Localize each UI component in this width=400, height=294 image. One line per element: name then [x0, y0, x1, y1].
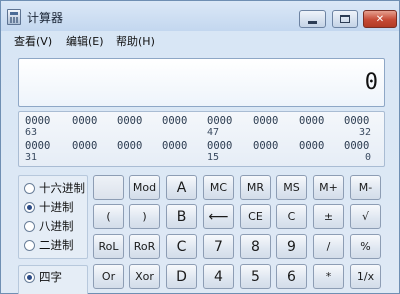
key-ms[interactable]: MS — [276, 175, 307, 200]
key-8[interactable]: 8 — [240, 234, 271, 259]
radio-bin[interactable]: 二进制 — [24, 237, 88, 253]
radio-label: 四字 — [39, 270, 62, 284]
radio-dec[interactable]: 十进制 — [24, 199, 88, 215]
key-negate[interactable]: ± — [313, 204, 344, 229]
bit-position-label: 31 — [25, 152, 38, 163]
bit-group[interactable]: 0000 — [344, 140, 369, 152]
calculator-icon — [7, 9, 21, 25]
bit-position-label: 0 — [365, 152, 372, 163]
key-multiply[interactable]: * — [313, 264, 344, 289]
display-value: 0 — [364, 70, 378, 95]
key-open-paren[interactable]: ( — [93, 204, 124, 229]
maximize-button[interactable] — [332, 10, 358, 28]
bit-group[interactable]: 0000 — [72, 140, 97, 152]
key-sqrt[interactable]: √ — [350, 204, 381, 229]
key-or[interactable]: Or — [93, 264, 124, 289]
radio-dot — [24, 220, 35, 232]
key-d[interactable]: D — [166, 264, 197, 289]
radio-dot — [24, 271, 35, 283]
key-9[interactable]: 9 — [276, 234, 307, 259]
bit-group[interactable]: 0000 — [25, 140, 50, 152]
radio-label: 八进制 — [39, 219, 74, 233]
bit-group[interactable]: 0000 — [162, 115, 187, 127]
radio-dot — [24, 239, 35, 251]
radio-qword[interactable]: 四字 — [24, 269, 88, 285]
key-clear[interactable]: C — [276, 204, 307, 229]
menu-edit[interactable]: 编辑(E) — [66, 33, 104, 49]
minimize-button[interactable] — [299, 10, 326, 28]
key-ror[interactable]: RoR — [129, 234, 160, 259]
radio-dot — [24, 182, 35, 194]
bit-display: 0000 0000 0000 0000 0000 0000 0000 0000 … — [18, 111, 385, 167]
radio-oct[interactable]: 八进制 — [24, 218, 88, 234]
menu-bar: 查看(V) 编辑(E) 帮助(H) — [1, 31, 399, 49]
menu-view[interactable]: 查看(V) — [14, 33, 52, 49]
key-divide[interactable]: / — [313, 234, 344, 259]
key-mc[interactable]: MC — [203, 175, 234, 200]
radio-dot — [24, 201, 35, 213]
bit-position-label: 32 — [359, 127, 372, 138]
menu-help[interactable]: 帮助(H) — [116, 33, 155, 49]
key-blank[interactable] — [93, 175, 124, 200]
key-c-hex[interactable]: C — [166, 234, 197, 259]
key-rol[interactable]: RoL — [93, 234, 124, 259]
key-close-paren[interactable]: ) — [129, 204, 160, 229]
key-a[interactable]: A — [166, 175, 197, 200]
bit-group[interactable]: 0000 — [117, 140, 142, 152]
bit-group[interactable]: 0000 — [162, 140, 187, 152]
close-button[interactable]: ✕ — [363, 10, 397, 28]
key-ce[interactable]: CE — [240, 204, 271, 229]
key-b[interactable]: B — [166, 204, 197, 229]
bit-group[interactable]: 0000 — [117, 115, 142, 127]
radio-hex[interactable]: 十六进制 — [24, 180, 88, 196]
bit-group[interactable]: 0000 — [253, 140, 278, 152]
bit-group[interactable]: 0000 — [207, 115, 232, 127]
key-percent[interactable]: % — [350, 234, 381, 259]
key-reciprocal[interactable]: 1/x — [350, 264, 381, 289]
bit-group[interactable]: 0000 — [344, 115, 369, 127]
bit-group[interactable]: 0000 — [299, 115, 324, 127]
key-7[interactable]: 7 — [203, 234, 234, 259]
key-m-plus[interactable]: M+ — [313, 175, 344, 200]
key-6[interactable]: 6 — [276, 264, 307, 289]
radio-label: 二进制 — [39, 238, 74, 252]
key-backspace[interactable]: ⟵ — [203, 204, 234, 229]
bit-group[interactable]: 0000 — [25, 115, 50, 127]
bit-group[interactable]: 0000 — [72, 115, 97, 127]
word-size-group: 四字 — [18, 265, 88, 294]
bit-group[interactable]: 0000 — [299, 140, 324, 152]
title-bar[interactable]: 计算器 ✕ — [1, 1, 399, 31]
bit-group[interactable]: 0000 — [253, 115, 278, 127]
window-title: 计算器 — [27, 11, 64, 25]
close-icon: ✕ — [375, 13, 385, 25]
base-mode-group: 十六进制 十进制 八进制 二进制 — [18, 175, 88, 259]
key-4[interactable]: 4 — [203, 264, 234, 289]
key-mod[interactable]: Mod — [129, 175, 160, 200]
calculator-window: 计算器 ✕ 查看(V) 编辑(E) 帮助(H) 0 0000 0000 0000… — [0, 0, 400, 294]
bit-position-label: 47 — [207, 127, 220, 138]
key-m-minus[interactable]: M- — [350, 175, 381, 200]
key-5[interactable]: 5 — [240, 264, 271, 289]
bit-position-label: 15 — [207, 152, 220, 163]
result-display: 0 — [18, 58, 385, 107]
bit-group[interactable]: 0000 — [207, 140, 232, 152]
bit-position-label: 63 — [25, 127, 38, 138]
maximize-icon — [340, 15, 350, 23]
key-xor[interactable]: Xor — [129, 264, 160, 289]
minimize-icon — [308, 20, 317, 24]
key-mr[interactable]: MR — [240, 175, 271, 200]
radio-label: 十进制 — [39, 200, 74, 214]
radio-label: 十六进制 — [39, 181, 85, 195]
